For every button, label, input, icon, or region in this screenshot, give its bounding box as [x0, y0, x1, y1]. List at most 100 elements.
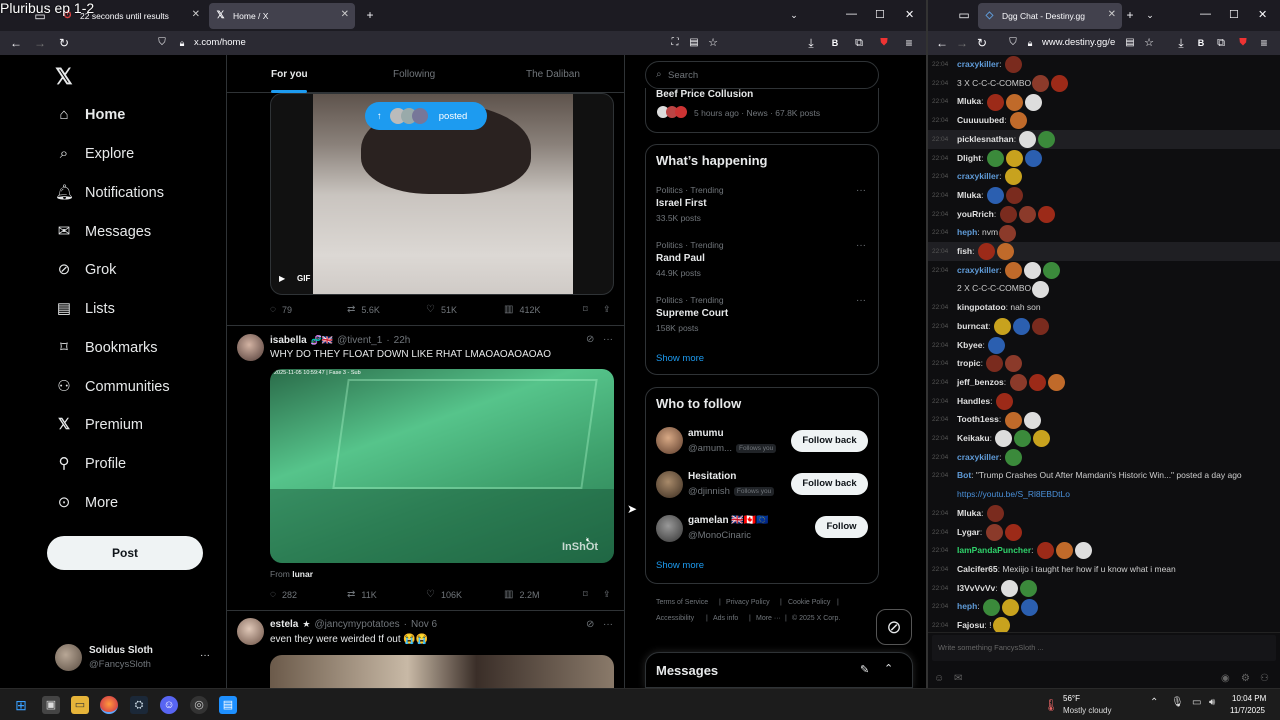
bookmark-star-icon[interactable]: ☆: [1141, 35, 1157, 51]
chat-username[interactable]: youRrich: [957, 209, 994, 219]
nav-home[interactable]: ⌂ Home: [55, 101, 125, 129]
footer-privacy[interactable]: Privacy Policy: [726, 599, 770, 606]
nav-grok[interactable]: ⊘ Grok: [55, 256, 117, 284]
avatar[interactable]: [237, 618, 264, 645]
back-icon[interactable]: ←: [8, 35, 24, 51]
extensions-icon[interactable]: ⧉: [1213, 35, 1229, 51]
post-button[interactable]: Post: [47, 536, 203, 570]
more-icon[interactable]: ···: [603, 619, 613, 630]
eye-icon[interactable]: ◉: [1221, 673, 1230, 684]
bookmark-icon[interactable]: ⌑: [583, 304, 588, 315]
trend-name[interactable]: Supreme Court: [656, 308, 728, 319]
reload-icon[interactable]: ↻: [56, 35, 72, 51]
user-name[interactable]: gamelan 🇬🇧🇨🇦🇪🇺: [688, 515, 769, 526]
footer-terms[interactable]: Terms of Service: [656, 599, 708, 606]
chat-username[interactable]: Mluka: [957, 190, 981, 200]
users-icon[interactable]: ⚇: [1260, 673, 1269, 684]
chat-input[interactable]: Write something FancysSloth ...: [932, 635, 1276, 661]
grok-icon[interactable]: ⊘: [586, 334, 594, 345]
chat-username[interactable]: kingpotatoo: [957, 302, 1006, 312]
chat-username[interactable]: I3VvVvVv: [957, 583, 995, 593]
list-tabs-icon[interactable]: ⌄: [1142, 7, 1158, 23]
emote-picker-icon[interactable]: ☺: [934, 673, 944, 684]
bookmark-icon[interactable]: ⌑: [583, 589, 588, 600]
user-handle[interactable]: @jancymypotatoes: [314, 619, 399, 630]
share-icon[interactable]: ⇪: [603, 589, 611, 600]
show-more-link[interactable]: Show more: [656, 560, 704, 571]
chat-username[interactable]: Lygar: [957, 527, 980, 537]
trend-name[interactable]: Israel First: [656, 198, 707, 209]
chat-username[interactable]: Dlight: [957, 153, 981, 163]
tweet-time[interactable]: Nov 6: [411, 619, 437, 630]
user-handle[interactable]: @tivent_1: [337, 335, 382, 346]
footer-accessibility[interactable]: Accessibility: [656, 615, 694, 622]
download-icon[interactable]: ⤓: [1173, 35, 1189, 51]
chat-username[interactable]: Bot: [957, 470, 971, 480]
repost-button[interactable]: ⇄ 11K: [347, 589, 377, 600]
new-tab-icon[interactable]: +: [362, 7, 378, 23]
minimize-icon[interactable]: —: [846, 8, 857, 20]
top-trend-card[interactable]: Beef Price Collusion 5 hours ago · News …: [645, 88, 879, 133]
follow-button[interactable]: Follow: [815, 516, 868, 538]
nav-explore[interactable]: ⌕ Explore: [55, 140, 134, 168]
grok-icon[interactable]: ⊘: [876, 609, 912, 645]
tweet-video[interactable]: 2025-11-05 10:59:47 | Fase 3 - Sub InShO…: [270, 369, 614, 563]
list-tabs-icon[interactable]: ⌄: [786, 7, 802, 23]
search-input[interactable]: ⌕ Search: [645, 61, 879, 89]
download-icon[interactable]: ⤓: [803, 35, 819, 51]
chat-username[interactable]: Fajosu: [957, 620, 984, 630]
footer-ads-info[interactable]: Ads info: [713, 615, 738, 622]
show-more-link[interactable]: Show more: [656, 353, 704, 364]
reply-button[interactable]: ◌ 282: [270, 589, 297, 600]
reader-icon[interactable]: ▤: [1122, 35, 1138, 51]
chat-username[interactable]: craxykiller: [957, 452, 999, 462]
chat-username[interactable]: Mluka: [957, 96, 981, 106]
more-icon[interactable]: ···: [856, 185, 866, 196]
tab-home-x[interactable]: 𝕏 Home / X ✕: [209, 3, 355, 29]
tab-following[interactable]: Following: [393, 69, 435, 80]
whispers-icon[interactable]: ✉: [954, 673, 962, 684]
user-name[interactable]: amumu: [688, 428, 724, 439]
close-tab-icon[interactable]: ✕: [192, 9, 200, 20]
volume-icon[interactable]: 🔇︎: [586, 537, 590, 545]
views-button[interactable]: ▥ 412K: [504, 304, 540, 315]
tab-the-daliban[interactable]: The Daliban: [526, 69, 580, 80]
chat-username[interactable]: craxykiller: [957, 59, 999, 69]
ublock-icon[interactable]: ⛊: [876, 35, 892, 51]
from-user[interactable]: lunar: [292, 569, 313, 579]
settings-gear-icon[interactable]: ⚙: [1241, 673, 1250, 684]
chat-username[interactable]: heph: [957, 227, 977, 237]
x-logo-icon[interactable]: 𝕏: [55, 64, 73, 90]
discord-icon[interactable]: ☺: [160, 696, 178, 714]
nav-messages[interactable]: ✉ Messages: [55, 218, 151, 246]
file-explorer-icon[interactable]: ▭: [71, 696, 89, 714]
chat-username[interactable]: jeff_benzos: [957, 377, 1004, 387]
shield-icon[interactable]: ⛉: [1005, 35, 1021, 51]
chat-link[interactable]: https://youtu.be/S_Rl8EBDtLo: [957, 489, 1070, 499]
display-icon[interactable]: ▭: [1192, 697, 1201, 708]
chat-username[interactable]: tropic: [957, 358, 981, 368]
chat-username[interactable]: IamPandaPuncher: [957, 545, 1031, 555]
like-button[interactable]: ♡ 106K: [426, 589, 462, 600]
chat-username[interactable]: Tooth1ess: [957, 414, 999, 424]
footer-more[interactable]: More ···: [756, 615, 781, 622]
tweet-time[interactable]: 22h: [394, 335, 411, 346]
avatar[interactable]: [656, 515, 683, 542]
user-name[interactable]: isabella: [270, 335, 307, 346]
nav-premium[interactable]: 𝕏 Premium: [55, 411, 143, 439]
tweet-media[interactable]: [270, 655, 614, 688]
more-icon[interactable]: ···: [856, 240, 866, 251]
follow-back-button[interactable]: Follow back: [791, 430, 868, 452]
clock-date[interactable]: 11/7/2025: [1230, 706, 1265, 715]
microphone-icon[interactable]: 🎙︎: [1171, 697, 1184, 708]
close-tab-icon[interactable]: ✕: [1108, 9, 1116, 20]
close-tab-icon[interactable]: ✕: [341, 9, 349, 20]
tab-overview-icon[interactable]: ▭: [956, 7, 972, 23]
collapse-icon[interactable]: ⌃: [884, 662, 893, 675]
account-menu-icon[interactable]: ···: [200, 650, 210, 661]
more-icon[interactable]: ···: [856, 295, 866, 306]
ublock-icon[interactable]: ⛊: [1235, 35, 1251, 51]
share-icon[interactable]: ⇪: [603, 304, 611, 315]
bookmark-star-icon[interactable]: ☆: [705, 35, 721, 51]
avatar[interactable]: [237, 334, 264, 361]
